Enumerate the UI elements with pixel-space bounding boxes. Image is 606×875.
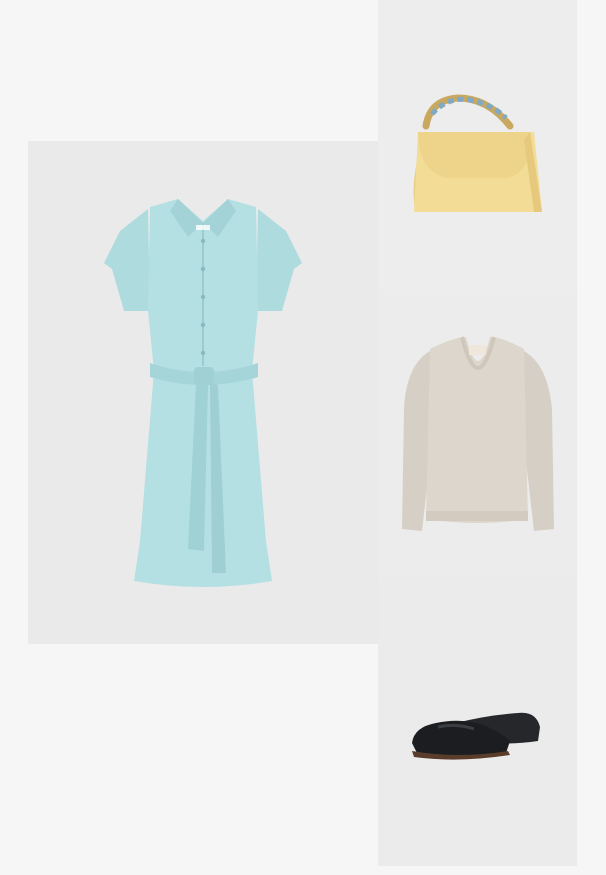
handbag-image	[413, 94, 542, 212]
product-tile-bag[interactable]	[378, 0, 577, 289]
dress-image	[104, 199, 302, 587]
sweater-image	[402, 336, 554, 531]
product-tile-loafer[interactable]	[378, 577, 577, 866]
loafer-image	[412, 712, 540, 760]
product-tile-dress[interactable]	[28, 141, 378, 644]
product-tile-sweater[interactable]	[378, 289, 577, 577]
